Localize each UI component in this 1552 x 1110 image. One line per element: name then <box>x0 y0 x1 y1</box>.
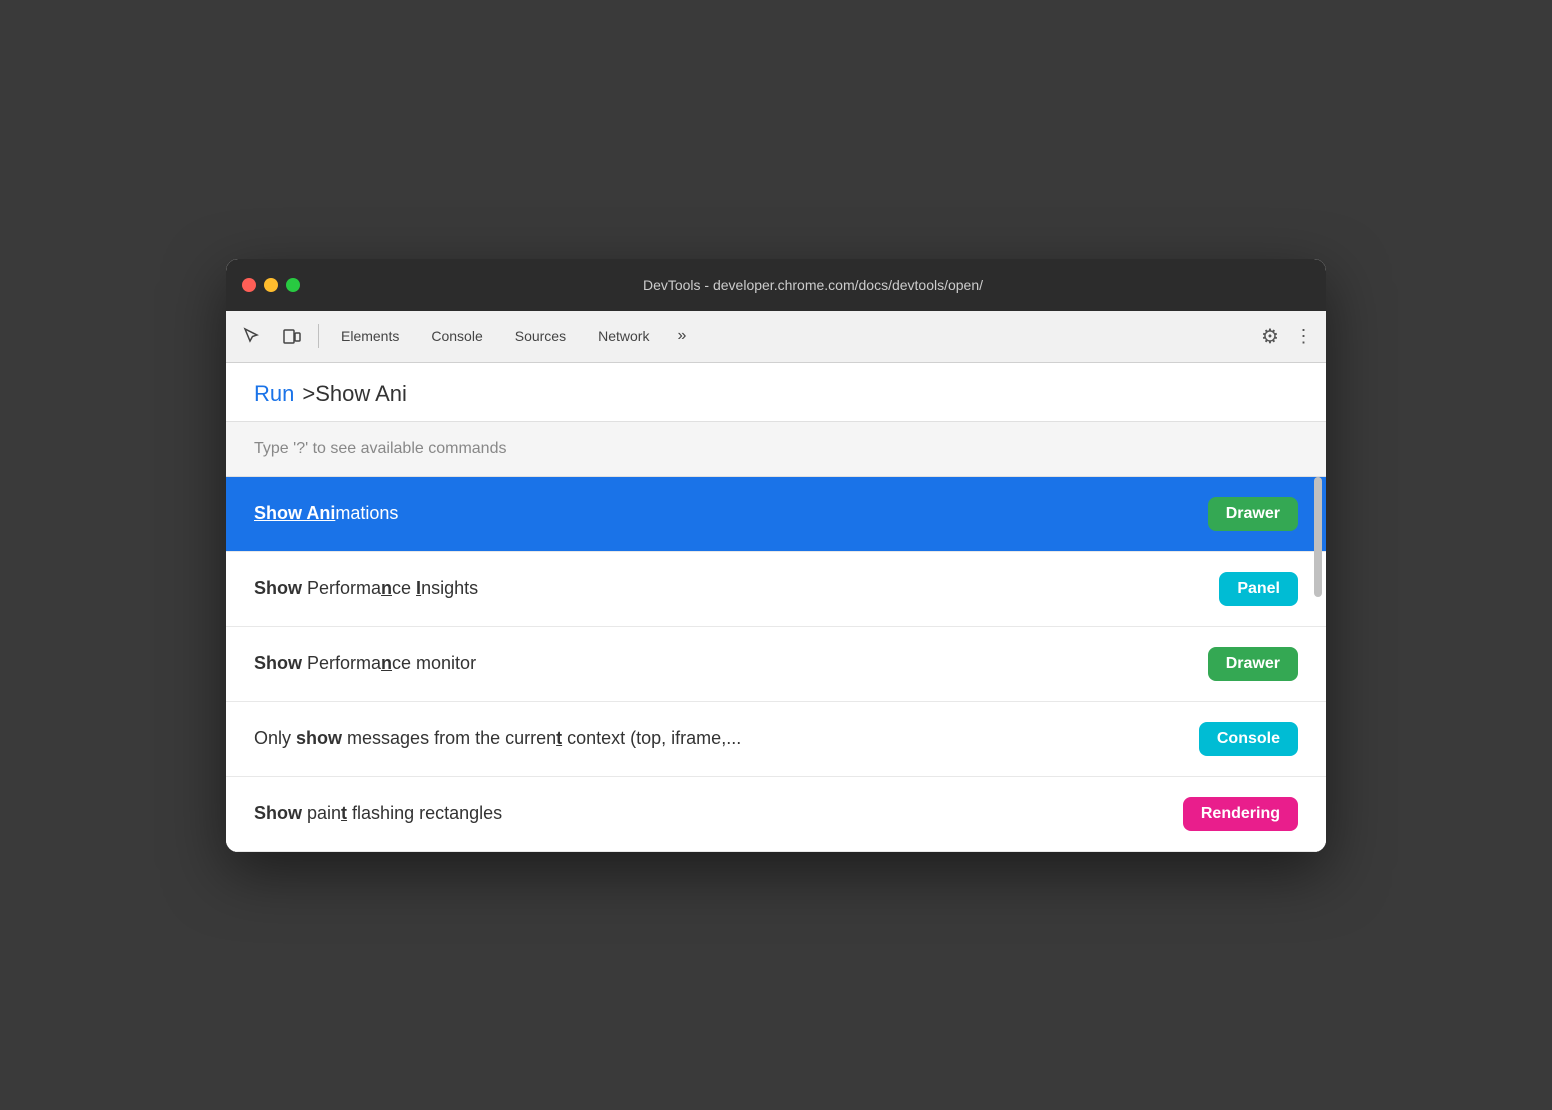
inspect-element-icon[interactable] <box>234 318 270 354</box>
traffic-lights <box>242 278 300 292</box>
result-text-show-messages: Only show messages from the current cont… <box>254 728 1199 749</box>
settings-icon[interactable]: ⚙ <box>1254 320 1286 352</box>
result-show-performance-insights[interactable]: Show Performance Insights Panel <box>226 552 1326 627</box>
tab-sources[interactable]: Sources <box>501 322 580 350</box>
result-ce-monitor: ce monitor <box>392 653 476 673</box>
result-show-messages[interactable]: Only show messages from the current cont… <box>226 702 1326 777</box>
results-list: Show Animations Drawer Show Performance … <box>226 477 1326 852</box>
badge-drawer-1: Drawer <box>1208 497 1298 531</box>
result-ce-text: ce <box>392 578 416 598</box>
tab-console[interactable]: Console <box>417 322 496 350</box>
more-tabs-button[interactable]: » <box>667 321 696 351</box>
maximize-button[interactable] <box>286 278 300 292</box>
devtools-toolbar: Elements Console Sources Network » ⚙ ⋮ <box>226 311 1326 363</box>
device-toggle-icon[interactable] <box>274 318 310 354</box>
close-button[interactable] <box>242 278 256 292</box>
titlebar: DevTools - developer.chrome.com/docs/dev… <box>226 259 1326 311</box>
result-perf-monitor-text: Performa <box>302 653 381 673</box>
result-text-show-paint: Show paint flashing rectangles <box>254 803 1183 824</box>
result-n-char-2: n <box>381 653 392 673</box>
result-messages-text: messages from the curren <box>342 728 556 748</box>
window-title: DevTools - developer.chrome.com/docs/dev… <box>316 277 1310 293</box>
command-palette: Run >Show Ani Type '?' to see available … <box>226 363 1326 852</box>
result-show-bold-3: show <box>296 728 342 748</box>
more-options-icon[interactable]: ⋮ <box>1290 320 1318 352</box>
command-placeholder: Type '?' to see available commands <box>226 422 1326 477</box>
result-perf-text: Performa <box>302 578 381 598</box>
result-flash-text: flashing rectangles <box>347 803 502 823</box>
result-context-text: context (top, iframe,... <box>562 728 741 748</box>
result-show-bold: Show <box>254 578 302 598</box>
result-bold-1: Show Ani <box>254 503 335 523</box>
result-rest-1: mations <box>335 503 398 523</box>
tab-network[interactable]: Network <box>584 322 663 350</box>
result-paint-text: pain <box>302 803 341 823</box>
command-header: Run >Show Ani <box>226 363 1326 422</box>
result-only-text: Only <box>254 728 296 748</box>
run-label: Run <box>254 381 294 407</box>
result-show-animations[interactable]: Show Animations Drawer <box>226 477 1326 552</box>
result-nsights: nsights <box>421 578 478 598</box>
result-show-paint[interactable]: Show paint flashing rectangles Rendering <box>226 777 1326 852</box>
result-text-show-performance-insights: Show Performance Insights <box>254 578 1219 599</box>
toolbar-divider-1 <box>318 324 319 348</box>
result-n-char: n <box>381 578 392 598</box>
result-text-show-performance-monitor: Show Performance monitor <box>254 653 1208 674</box>
tab-elements[interactable]: Elements <box>327 322 413 350</box>
badge-rendering-1: Rendering <box>1183 797 1298 831</box>
badge-panel-1: Panel <box>1219 572 1298 606</box>
placeholder-text: Type '?' to see available commands <box>254 440 506 457</box>
result-show-bold-4: Show <box>254 803 302 823</box>
command-input-display[interactable]: >Show Ani <box>302 381 407 407</box>
scrollbar-track[interactable] <box>1314 477 1322 852</box>
badge-drawer-2: Drawer <box>1208 647 1298 681</box>
scrollbar-thumb[interactable] <box>1314 477 1322 597</box>
results-container: Show Animations Drawer Show Performance … <box>226 477 1326 852</box>
minimize-button[interactable] <box>264 278 278 292</box>
badge-console-1: Console <box>1199 722 1298 756</box>
result-show-bold-2: Show <box>254 653 302 673</box>
result-text-show-animations: Show Animations <box>254 503 1208 524</box>
result-show-performance-monitor[interactable]: Show Performance monitor Drawer <box>226 627 1326 702</box>
devtools-window: DevTools - developer.chrome.com/docs/dev… <box>226 259 1326 852</box>
